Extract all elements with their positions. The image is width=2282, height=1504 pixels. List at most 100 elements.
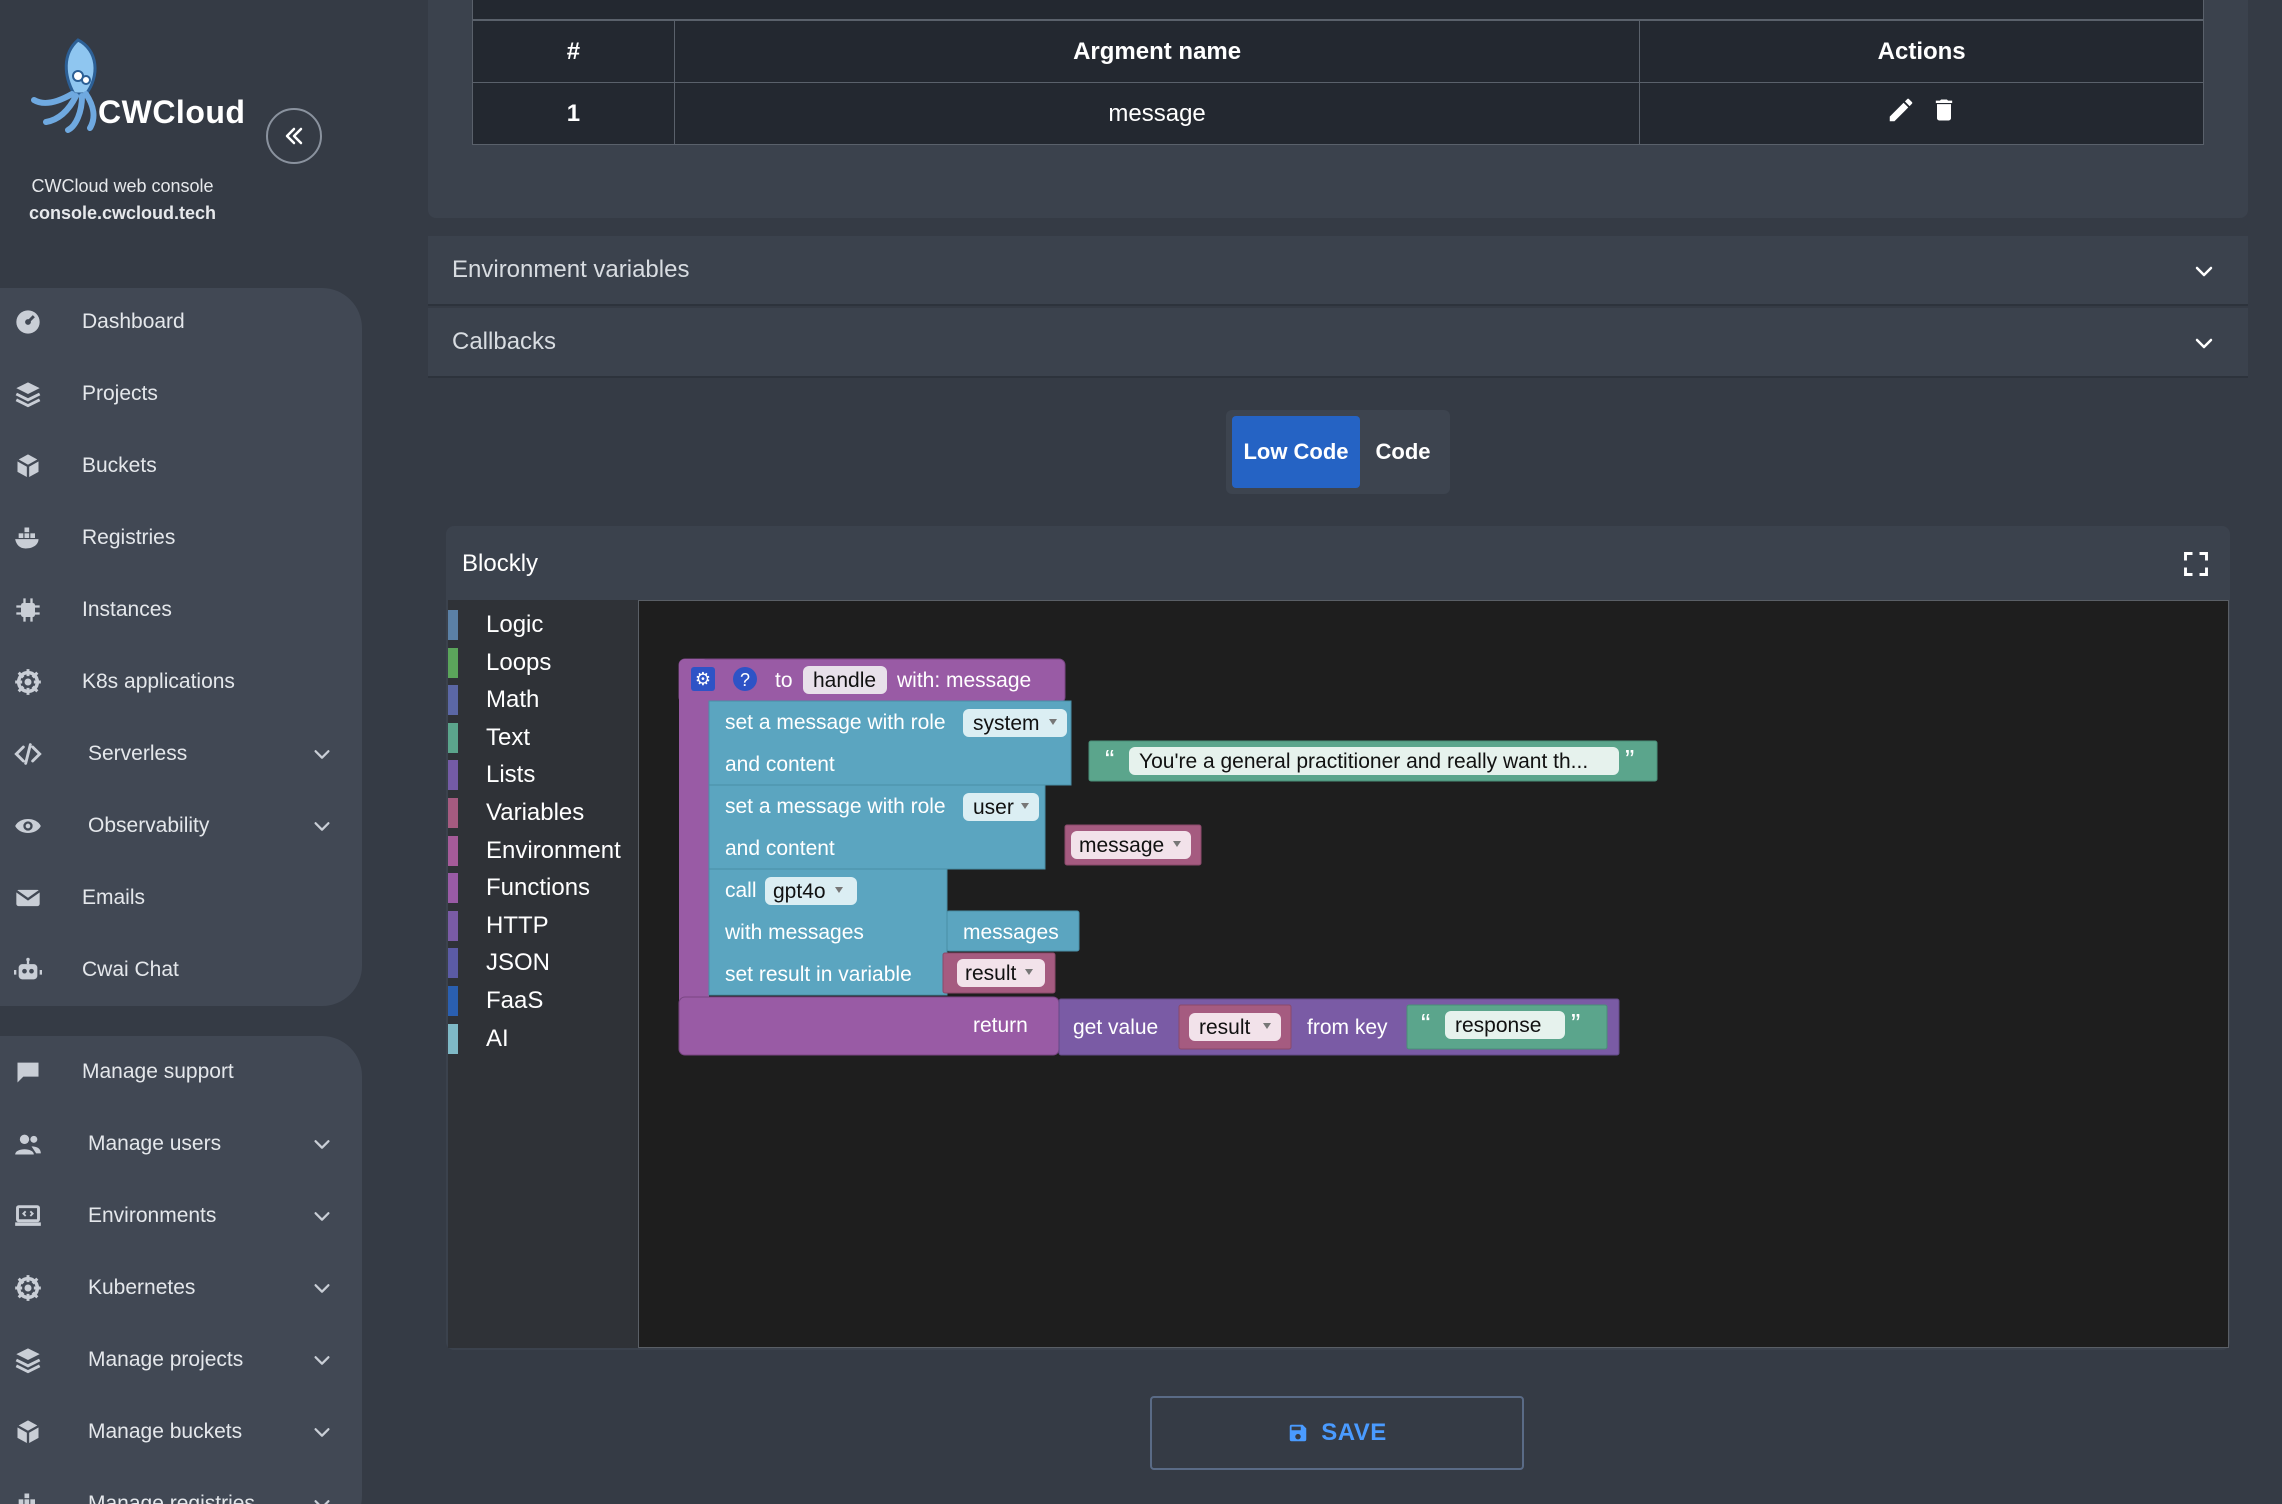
sidebar: CWCloud CWCloud web console console.cwcl… — [0, 0, 365, 1504]
get-value-block[interactable]: get value result from key “ response ” — [1058, 998, 1620, 1056]
sidebar-item-label: Buckets — [82, 454, 157, 477]
fullscreen-icon[interactable] — [2182, 550, 2210, 578]
toolbox-category-http[interactable]: HTTP — [448, 909, 638, 943]
sidebar-item-environments[interactable]: Environments — [0, 1186, 362, 1246]
laptop-code-icon — [12, 1200, 44, 1232]
callbacks-accordion[interactable]: Callbacks — [428, 308, 2248, 378]
sidebar-item-manage-support[interactable]: Manage support — [0, 1042, 362, 1102]
save-label: SAVE — [1321, 1419, 1387, 1446]
chevron-down-icon — [314, 1356, 330, 1365]
low-code-tab[interactable]: Low Code — [1232, 416, 1360, 488]
sidebar-item-buckets[interactable]: Buckets — [0, 436, 362, 496]
sidebar-item-label: Manage support — [82, 1060, 234, 1083]
sidebar-item-registries[interactable]: Registries — [0, 508, 362, 568]
result-variable-block[interactable]: result — [942, 952, 1056, 994]
set-message-block-user[interactable]: set a message with role user and content — [708, 784, 1046, 870]
sidebar-item-observability[interactable]: Observability — [0, 796, 362, 856]
message-variable-block[interactable]: message — [1064, 824, 1202, 866]
block-text-from-key: from key — [1307, 1016, 1388, 1039]
callbacks-label: Callbacks — [452, 328, 557, 355]
sidebar-item-manage-projects[interactable]: Manage projects — [0, 1330, 362, 1390]
blockly-canvas: ⚙ ? to handle with: message return set a… — [678, 658, 1658, 1056]
sidebar-item-cwai-chat[interactable]: Cwai Chat — [0, 940, 362, 1000]
sidebar-item-dashboard[interactable]: Dashboard — [0, 292, 362, 352]
delete-icon[interactable] — [1930, 95, 1958, 125]
blockly-workspace[interactable]: ⚙ ? to handle with: message return set a… — [638, 600, 2229, 1348]
sidebar-item-manage-registries[interactable]: Manage registries — [0, 1474, 362, 1504]
box-icon — [12, 450, 44, 482]
toolbox-category-loops[interactable]: Loops — [448, 646, 638, 680]
row-actions — [1639, 82, 2204, 145]
toolbox-category-variables[interactable]: Variables — [448, 796, 638, 830]
sidebar-item-kubernetes[interactable]: Kubernetes — [0, 1258, 362, 1318]
arguments-table: # Argment name Actions 1 message — [472, 20, 2204, 145]
role-user: user — [973, 796, 1014, 819]
category-color-swatch — [448, 722, 458, 753]
toolbox-category-functions[interactable]: Functions — [448, 871, 638, 905]
toolbox-category-text[interactable]: Text — [448, 721, 638, 755]
text-string-block[interactable]: “ You're a general practitioner and real… — [1088, 740, 1658, 782]
expand-chevron[interactable] — [310, 814, 334, 838]
toolbox-category-ai[interactable]: AI — [448, 1022, 638, 1056]
toolbox-category-logic[interactable]: Logic — [448, 608, 638, 642]
category-color-swatch — [448, 986, 458, 1016]
expand-chevron[interactable] — [310, 742, 334, 766]
block-text-return: return — [973, 1014, 1028, 1037]
toolbox-category-math[interactable]: Math — [448, 683, 638, 717]
category-color-swatch — [448, 760, 458, 791]
block-text-and-content: and content — [725, 753, 835, 776]
expand-chevron[interactable] — [310, 1492, 334, 1504]
set-message-block-system[interactable]: set a message with role system and conte… — [708, 700, 1072, 786]
docker-icon — [12, 1488, 44, 1504]
expand-chevron[interactable] — [310, 1132, 334, 1156]
sidebar-item-label: Environments — [88, 1204, 217, 1227]
toolbox-category-environment[interactable]: Environment — [448, 834, 638, 868]
robot-icon — [12, 954, 44, 986]
toolbox-category-lists[interactable]: Lists — [448, 758, 638, 792]
col-header-index: # — [472, 20, 675, 83]
category-color-swatch — [448, 910, 458, 941]
result-var: result — [965, 962, 1017, 985]
mode-toggle: Low Code Code — [1226, 410, 1450, 494]
sidebar-item-projects[interactable]: Projects — [0, 364, 362, 424]
sidebar-item-serverless[interactable]: Serverless — [0, 724, 362, 784]
sidebar-item-emails[interactable]: Emails — [0, 868, 362, 928]
collapse-sidebar-button[interactable] — [266, 108, 322, 164]
edit-icon[interactable] — [1886, 95, 1916, 125]
table-header-row: # Argment name Actions — [472, 20, 2204, 83]
expand-chevron[interactable] — [310, 1420, 334, 1444]
toolbox-category-json[interactable]: JSON — [448, 946, 638, 980]
env-variables-accordion[interactable]: Environment variables — [428, 236, 2248, 306]
row-name: message — [673, 82, 1641, 145]
toolbox-category-label: AI — [486, 1024, 509, 1052]
messages-var: messages — [963, 921, 1059, 944]
toolbox-category-label: Environment — [486, 836, 621, 864]
toolbox-category-faas[interactable]: FaaS — [448, 984, 638, 1018]
sidebar-item-instances[interactable]: Instances — [0, 580, 362, 640]
sidebar-item-k8s-applications[interactable]: K8s applications — [0, 652, 362, 712]
toolbox-category-label: JSON — [486, 949, 551, 977]
box-icon — [12, 1416, 44, 1448]
sidebar-item-label: Observability — [88, 814, 210, 837]
block-text-and-content-2: and content — [725, 837, 835, 860]
messages-variable-block[interactable]: messages — [946, 910, 1080, 952]
expand-chevron[interactable] — [310, 1204, 334, 1228]
system-text: You're a general practitioner and really… — [1139, 750, 1588, 773]
expand-chevron[interactable] — [310, 1348, 334, 1372]
svg-text:⚙: ⚙ — [695, 669, 711, 689]
sidebar-item-manage-users[interactable]: Manage users — [0, 1114, 362, 1174]
expand-chevron[interactable] — [310, 1276, 334, 1300]
sidebar-item-label: Manage buckets — [88, 1420, 243, 1443]
chevron-down-icon — [314, 1500, 330, 1504]
save-button[interactable]: SAVE — [1150, 1396, 1524, 1470]
row-index: 1 — [472, 82, 675, 145]
env-variables-label: Environment variables — [452, 256, 690, 283]
col-header-actions: Actions — [1639, 20, 2204, 83]
call-model-block[interactable]: call gpt4o with messages set result in v… — [708, 868, 948, 996]
category-color-swatch — [448, 873, 458, 904]
sidebar-item-label: Registries — [82, 526, 176, 549]
sidebar-item-manage-buckets[interactable]: Manage buckets — [0, 1402, 362, 1462]
nav-group-main: Dashboard Projects Buckets Registries Instan… — [0, 288, 362, 1006]
code-tab[interactable]: Code — [1360, 416, 1446, 488]
chip-icon — [12, 594, 44, 626]
